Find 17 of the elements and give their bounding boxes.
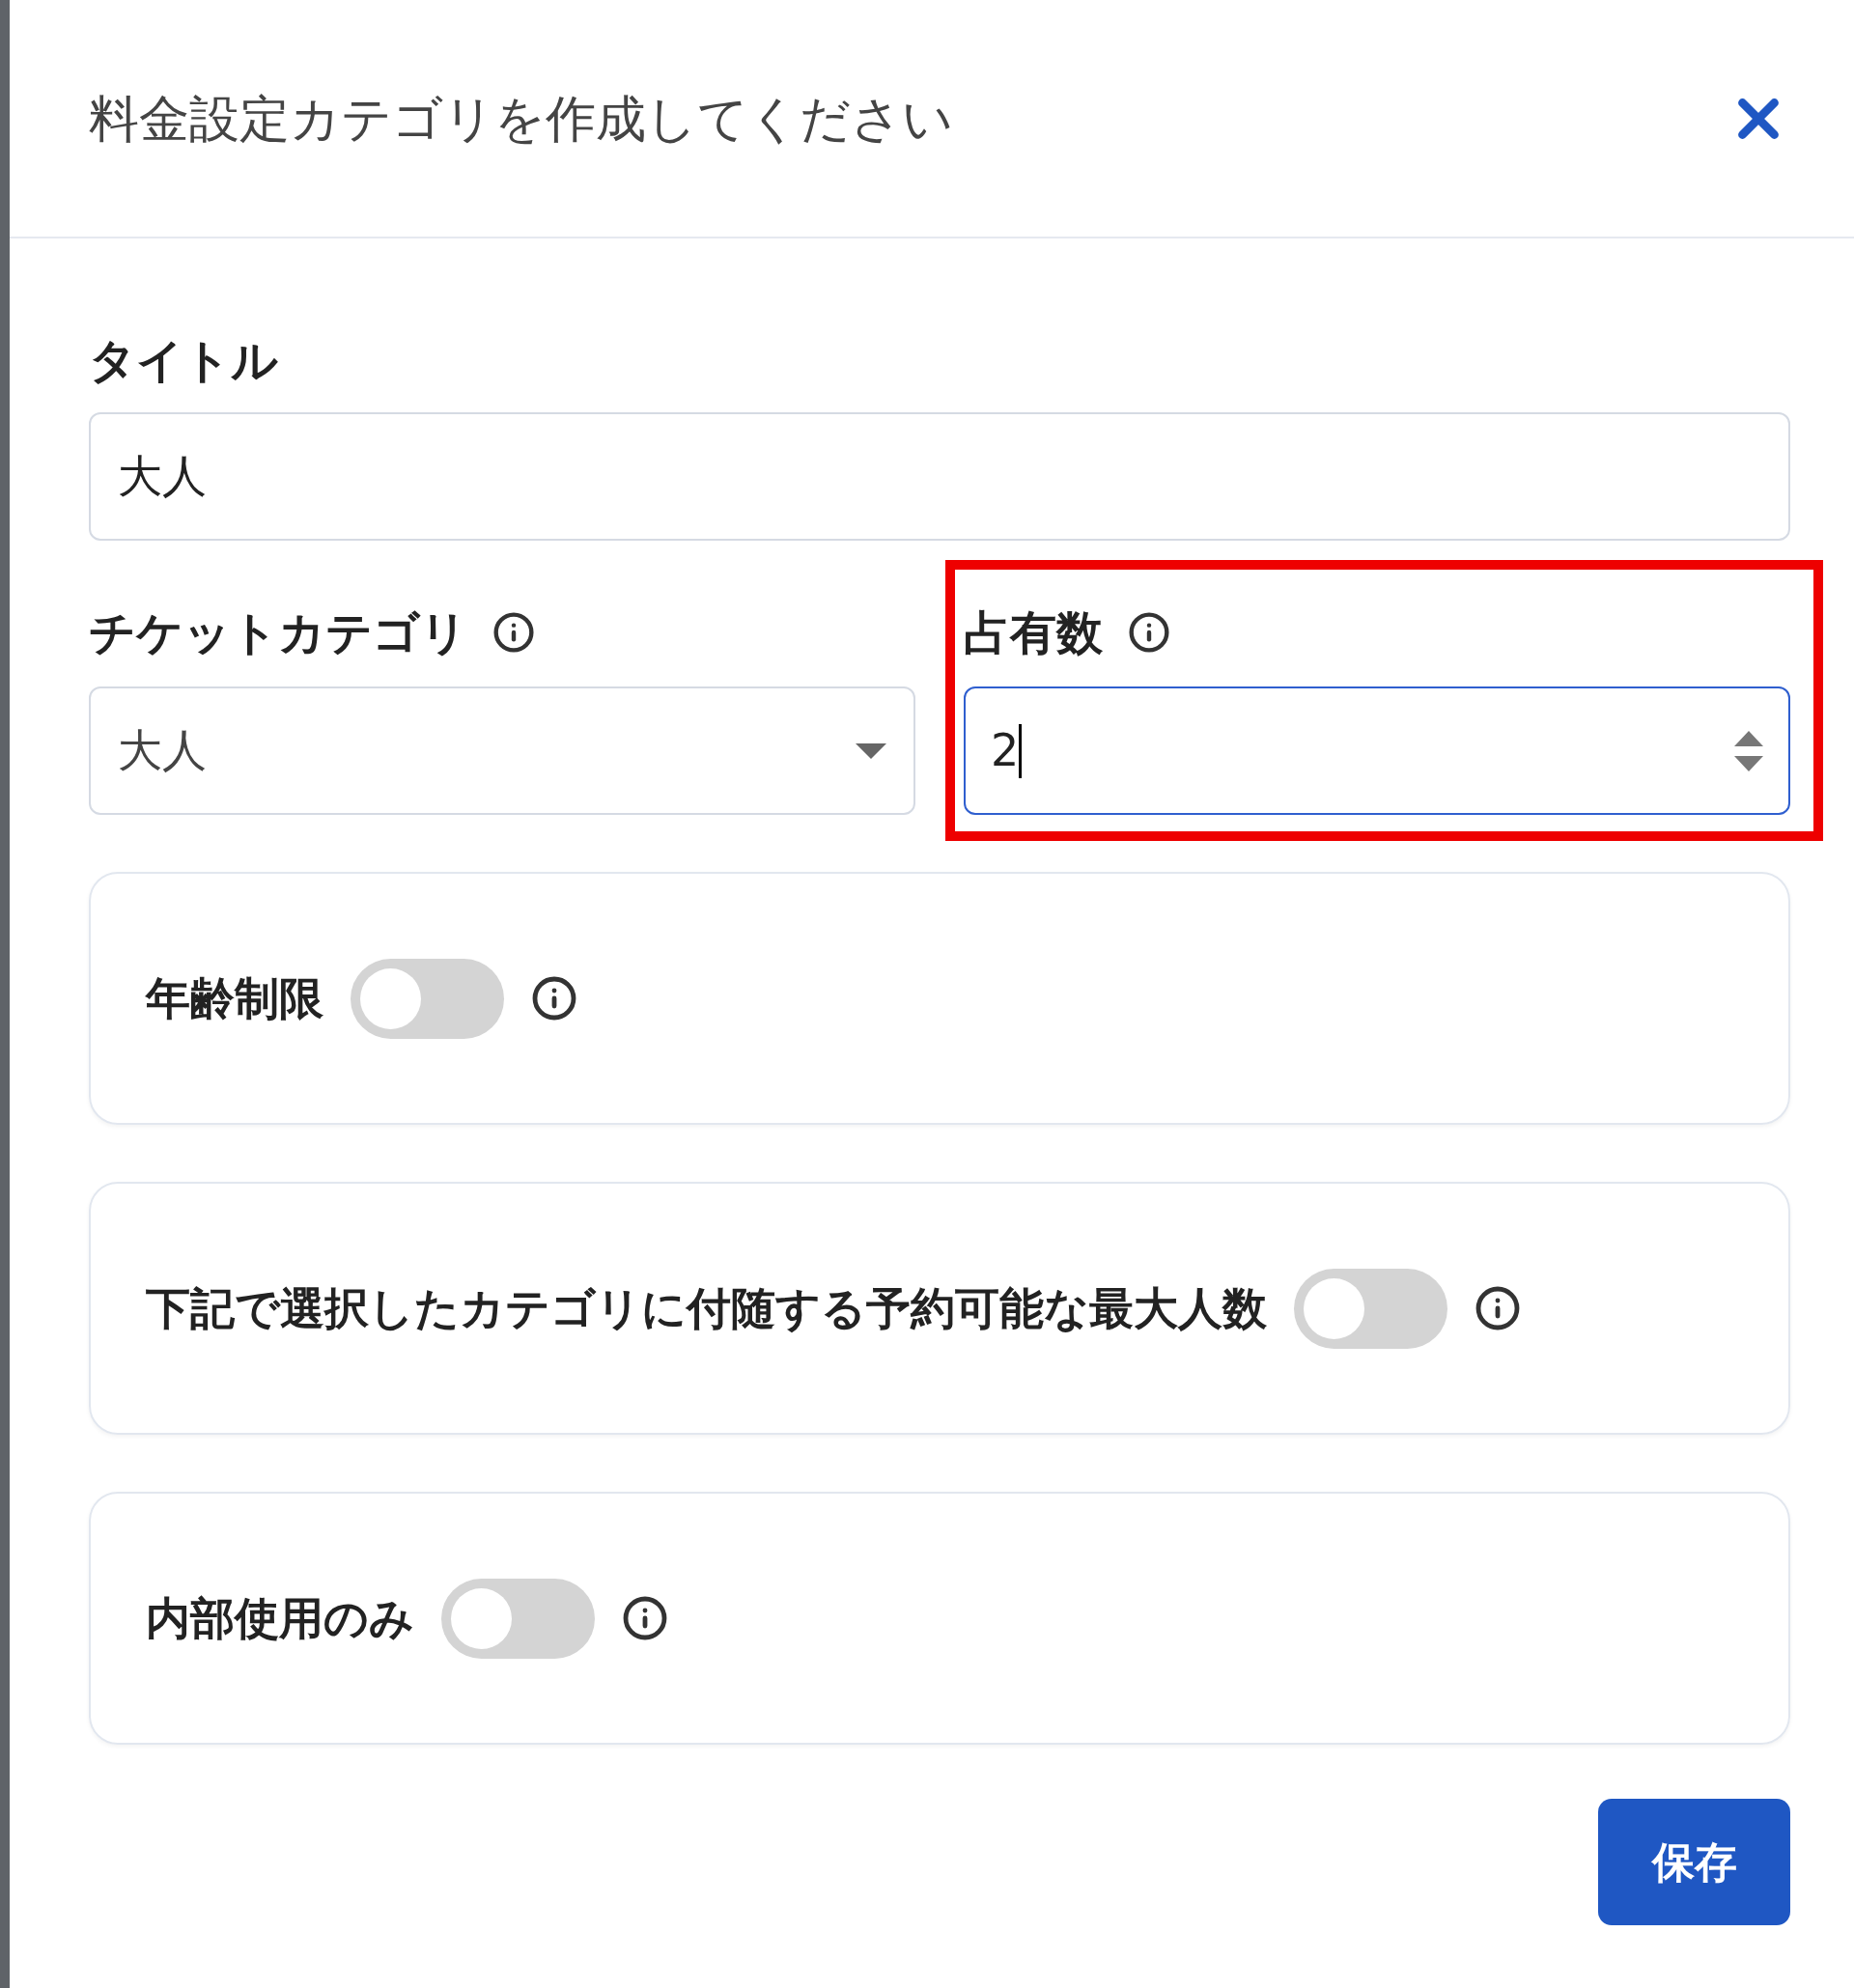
field-label: 占有数 bbox=[964, 607, 1103, 658]
select-field[interactable]: 大人 bbox=[89, 686, 915, 815]
number-field[interactable]: 2 bbox=[964, 686, 1790, 815]
info-icon[interactable] bbox=[1475, 1285, 1521, 1331]
info-icon[interactable] bbox=[531, 975, 577, 1022]
info-icon[interactable] bbox=[622, 1595, 668, 1641]
info-icon[interactable] bbox=[1128, 611, 1170, 654]
toggle-label: 年齢制限 bbox=[146, 970, 323, 1026]
dialog-title: 料金設定カテゴリを作成してください bbox=[89, 88, 953, 150]
input-field[interactable]: 大人 bbox=[89, 412, 1790, 541]
toggle-label: 下記で選択したカテゴリに付随する予約可能な最大人数 bbox=[146, 1280, 1267, 1336]
save-button[interactable]: 保存 bbox=[1598, 1799, 1790, 1925]
toggle-label: 内部使用のみ bbox=[146, 1590, 414, 1646]
field-label: チケットカテゴリ bbox=[89, 607, 467, 658]
info-icon[interactable] bbox=[492, 611, 535, 654]
caret-icon bbox=[856, 742, 886, 759]
field-label: タイトル bbox=[89, 335, 279, 385]
